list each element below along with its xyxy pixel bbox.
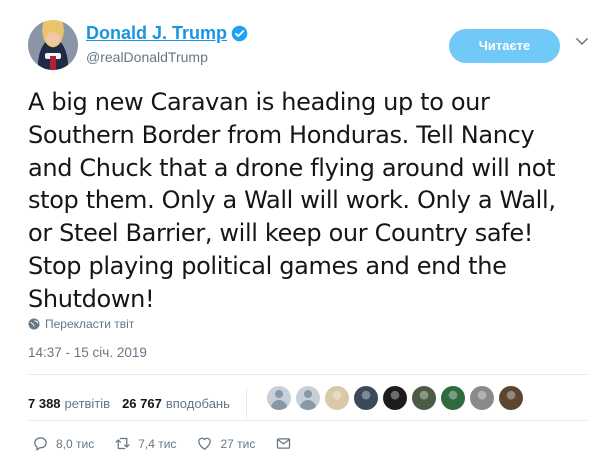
retweets-label[interactable]: ретвітів [65, 396, 111, 411]
verified-badge-icon [231, 25, 248, 42]
translate-tweet-link[interactable]: Перекласти твіт [28, 316, 134, 332]
like-count: 27 тис [220, 436, 256, 451]
following-button[interactable]: Читаєте [449, 29, 560, 63]
globe-icon [28, 318, 40, 330]
tweet-header: Donald J. Trump @realDonaldTrump Читаєте [28, 20, 598, 76]
translate-label: Перекласти твіт [45, 317, 135, 331]
retweet-icon [115, 437, 130, 450]
author-display-name[interactable]: Donald J. Trump [86, 23, 227, 44]
likes-label[interactable]: вподобань [166, 396, 230, 411]
liker-avatars [267, 386, 528, 410]
author-avatar[interactable] [28, 20, 78, 70]
user-avatar-icon[interactable] [441, 386, 465, 410]
user-avatar-icon[interactable] [383, 386, 407, 410]
chevron-down-icon[interactable] [573, 32, 591, 50]
tweet-text: A big new Caravan is heading up to our S… [28, 88, 556, 313]
default-avatar-icon[interactable] [296, 386, 320, 410]
author-names: Donald J. Trump @realDonaldTrump [86, 23, 248, 65]
envelope-icon [277, 438, 291, 449]
user-avatar-icon[interactable] [354, 386, 378, 410]
heart-icon [198, 437, 212, 450]
tweet-actions: 8,0 тис 7,4 тис 27 тис [32, 435, 319, 452]
user-avatar-icon[interactable] [412, 386, 436, 410]
stats-separator [245, 388, 247, 418]
retweet-count: 7,4 тис [138, 436, 177, 451]
tweet-card: Donald J. Trump @realDonaldTrump Читаєте… [0, 0, 614, 472]
direct-message-button[interactable] [275, 435, 299, 452]
reply-count: 8,0 тис [56, 436, 95, 451]
retweets-count[interactable]: 7 388 [28, 396, 61, 411]
user-avatar-icon[interactable] [470, 386, 494, 410]
default-avatar-icon[interactable] [267, 386, 291, 410]
divider [28, 374, 588, 375]
user-avatar-icon[interactable] [499, 386, 523, 410]
reply-icon [34, 437, 47, 451]
author-handle[interactable]: @realDonaldTrump [86, 49, 248, 65]
tweet-timestamp[interactable]: 14:37 - 15 січ. 2019 [28, 345, 147, 360]
like-button[interactable]: 27 тис [196, 435, 255, 452]
user-avatar-icon[interactable] [325, 386, 349, 410]
tweet-stats: 7 388 ретвітів 26 767 вподобань [28, 388, 259, 418]
likes-count[interactable]: 26 767 [122, 396, 162, 411]
divider [28, 420, 588, 421]
reply-button[interactable]: 8,0 тис [32, 435, 94, 452]
retweet-button[interactable]: 7,4 тис [114, 435, 176, 452]
